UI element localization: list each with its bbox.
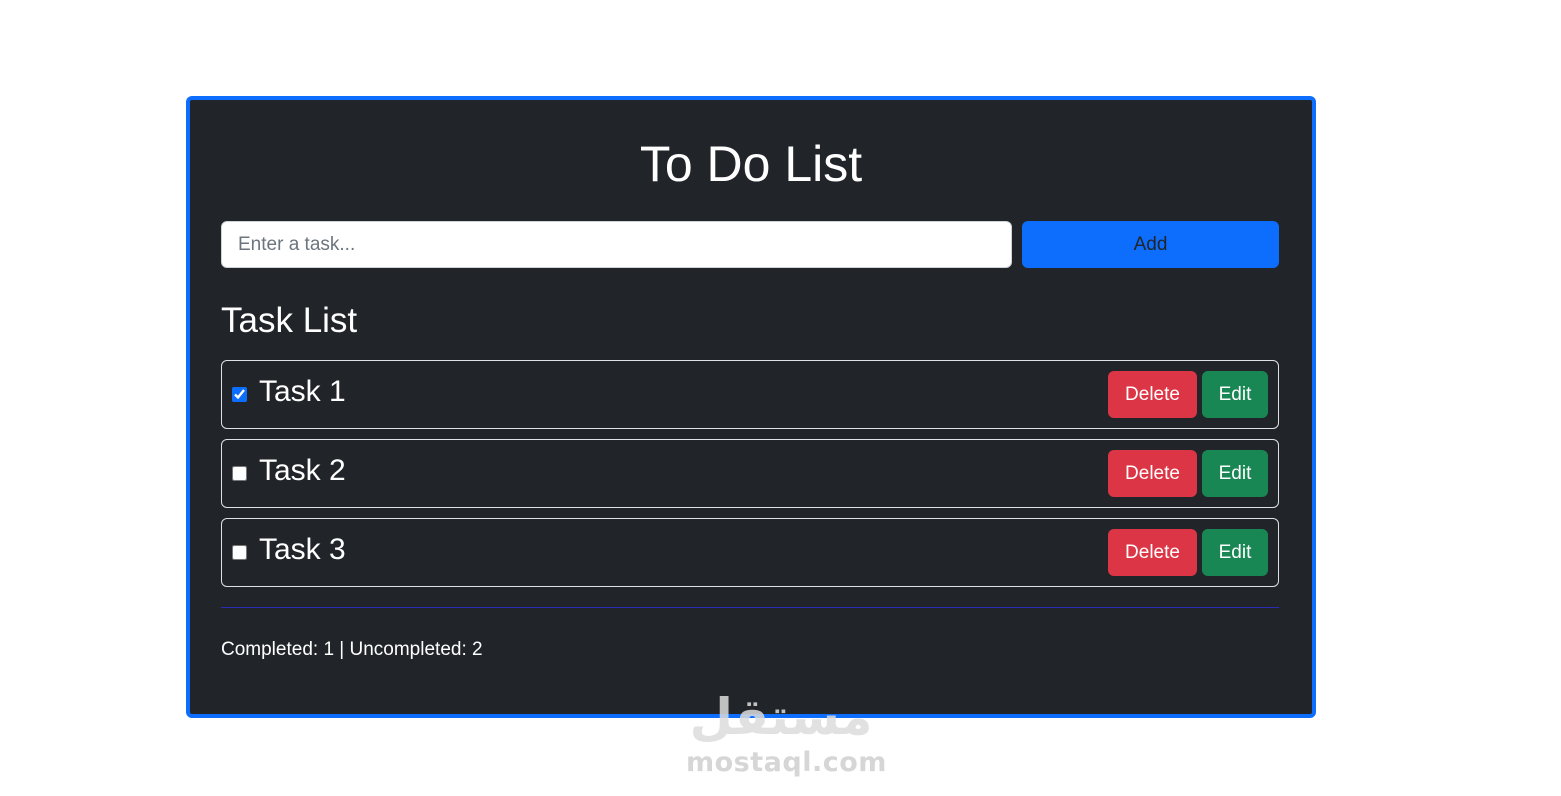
todo-card: To Do List Add Task List Task 1 Delete E… (186, 96, 1316, 718)
task-item: Task 3 Delete Edit (221, 518, 1279, 587)
delete-button[interactable]: Delete (1108, 450, 1197, 497)
task-checkbox[interactable] (232, 545, 247, 560)
task-item: Task 1 Delete Edit (221, 360, 1279, 429)
task-list: Task 1 Delete Edit Task 2 Delete Edit Ta… (221, 360, 1279, 597)
task-stats: Completed: 1 | Uncompleted: 2 (221, 639, 483, 660)
task-name: Task 2 (259, 454, 346, 487)
delete-button[interactable]: Delete (1108, 371, 1197, 418)
task-name: Task 3 (259, 533, 346, 566)
add-button[interactable]: Add (1022, 221, 1279, 268)
watermark-arabic-text: مستقل (689, 688, 873, 746)
delete-button[interactable]: Delete (1108, 529, 1197, 576)
edit-button[interactable]: Edit (1202, 529, 1268, 576)
watermark-latin-text: mostaql.com (686, 747, 887, 778)
edit-button[interactable]: Edit (1202, 371, 1268, 418)
task-checkbox[interactable] (232, 466, 247, 481)
task-list-heading: Task List (221, 301, 358, 340)
task-item: Task 2 Delete Edit (221, 439, 1279, 508)
edit-button[interactable]: Edit (1202, 450, 1268, 497)
watermark-logo: مستقل mostaql.com (686, 686, 887, 778)
task-checkbox[interactable] (232, 387, 247, 402)
task-input[interactable] (221, 221, 1012, 268)
page-title: To Do List (639, 136, 863, 192)
divider (221, 607, 1279, 608)
task-name: Task 1 (259, 375, 346, 408)
